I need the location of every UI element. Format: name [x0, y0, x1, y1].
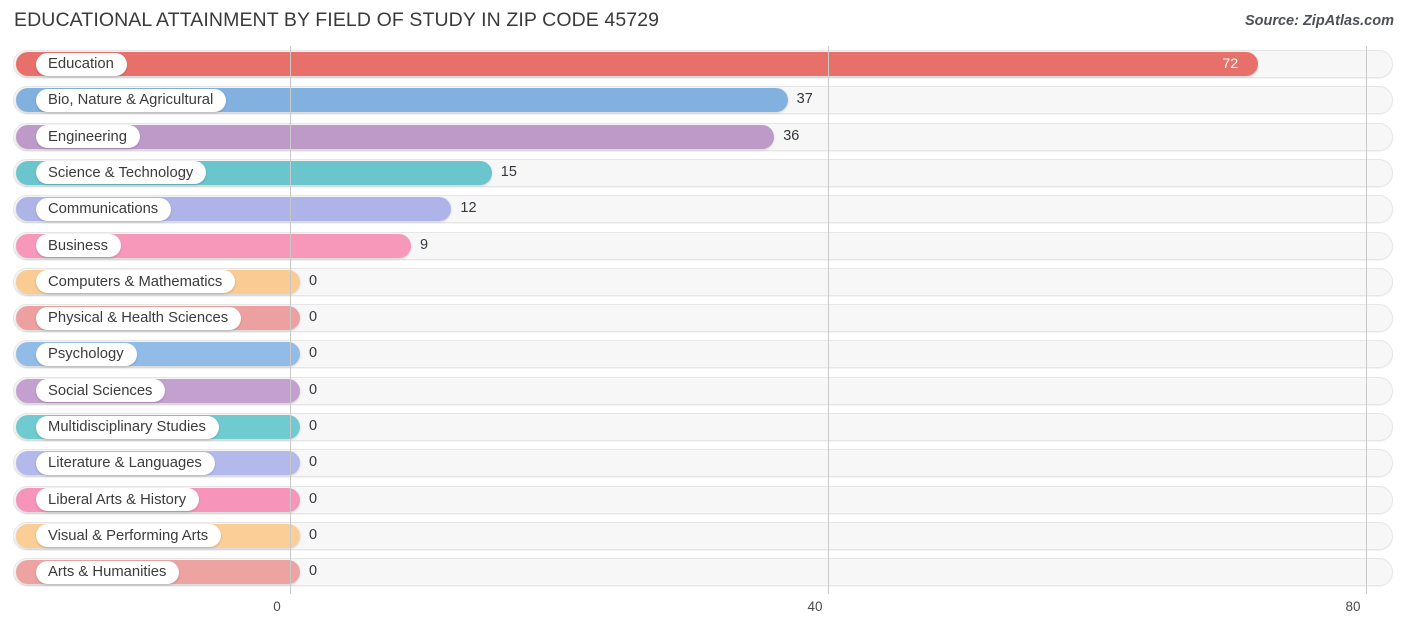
- chart-row[interactable]: Physical & Health Sciences 0: [0, 300, 1406, 336]
- bar[interactable]: [16, 52, 1259, 76]
- bar-category-label: Visual & Performing Arts: [36, 524, 222, 548]
- bar-category-label: Business: [36, 234, 122, 257]
- bar-value-label: 12: [460, 200, 477, 217]
- bar-category-label: Education: [36, 52, 127, 76]
- chart-row[interactable]: Psychology 0: [0, 336, 1406, 372]
- gridline-80: [1366, 46, 1367, 594]
- bar-value-label: 0: [309, 454, 318, 471]
- chart-row[interactable]: Science & Technology 15: [0, 155, 1406, 191]
- bar-category-label: Liberal Arts & History: [36, 488, 200, 512]
- bar-value-label: 0: [309, 345, 318, 362]
- bar-category-label: Arts & Humanities: [36, 560, 180, 584]
- x-axis-tick-label: 40: [807, 599, 823, 614]
- chart-row[interactable]: Communications 12: [0, 191, 1406, 227]
- bar-category-label: Psychology: [36, 342, 137, 366]
- chart-row[interactable]: Bio, Nature & Agricultural 37: [0, 82, 1406, 118]
- bar-category-label: Engineering: [36, 125, 140, 149]
- chart-row[interactable]: Business 9: [0, 228, 1406, 264]
- bar-value-label: 9: [420, 236, 429, 253]
- chart-row[interactable]: Computers & Mathematics 0: [0, 264, 1406, 300]
- bar-value-label: 37: [796, 91, 813, 108]
- bar-value-label: 0: [309, 418, 318, 434]
- gridline-40: [828, 46, 829, 594]
- source-attribution: Source: ZipAtlas.com: [1244, 13, 1394, 29]
- chart-row[interactable]: Multidisciplinary Studies 0: [0, 409, 1406, 445]
- bar-category-label: Literature & Languages: [36, 451, 215, 475]
- bar-category-label: Multidisciplinary Studies: [36, 415, 219, 439]
- plot-area: Education 72 Bio, Nature & Agricultural 37 E…: [0, 46, 1406, 594]
- bar-category-label: Science & Technology: [36, 161, 207, 185]
- chart-row[interactable]: Visual & Performing Arts 0: [0, 518, 1406, 554]
- bar-value-label: 0: [309, 272, 318, 289]
- x-axis: 0 40 80: [0, 594, 1406, 631]
- bar-category-label: Computers & Mathematics: [36, 270, 236, 294]
- chart-row[interactable]: Social Sciences 0: [0, 373, 1406, 409]
- bar-value-label: 0: [309, 381, 318, 398]
- chart-page: EDUCATIONAL ATTAINMENT BY FIELD OF STUDY…: [0, 0, 1406, 631]
- chart-row[interactable]: Engineering 36: [0, 119, 1406, 155]
- chart-row[interactable]: Arts & Humanities 0: [0, 554, 1406, 590]
- bar-category-label: Social Sciences: [36, 379, 166, 403]
- bar-category-label: Physical & Health Sciences: [36, 306, 242, 330]
- chart-row[interactable]: Liberal Arts & History 0: [0, 482, 1406, 518]
- bar-category-label: Communications: [36, 197, 172, 221]
- bar-value-label-inside: 72: [1222, 55, 1239, 72]
- bar-category-label: Bio, Nature & Agricultural: [36, 88, 227, 112]
- bar-value-label: 0: [309, 563, 318, 580]
- bar-value-label: 15: [500, 163, 517, 180]
- bar-value-label: 0: [309, 490, 318, 507]
- chart-row[interactable]: Literature & Languages 0: [0, 445, 1406, 481]
- x-axis-tick-label: 0: [273, 599, 281, 614]
- page-title: EDUCATIONAL ATTAINMENT BY FIELD OF STUDY…: [14, 9, 660, 31]
- x-axis-tick-label: 80: [1345, 599, 1361, 614]
- gridline-0: [290, 46, 291, 594]
- chart-header: EDUCATIONAL ATTAINMENT BY FIELD OF STUDY…: [0, 0, 1406, 46]
- chart-row[interactable]: Education 72: [0, 46, 1406, 82]
- bar-value-label: 0: [309, 309, 318, 326]
- bar-value-label: 36: [783, 127, 800, 144]
- bar-value-label: 0: [309, 526, 318, 543]
